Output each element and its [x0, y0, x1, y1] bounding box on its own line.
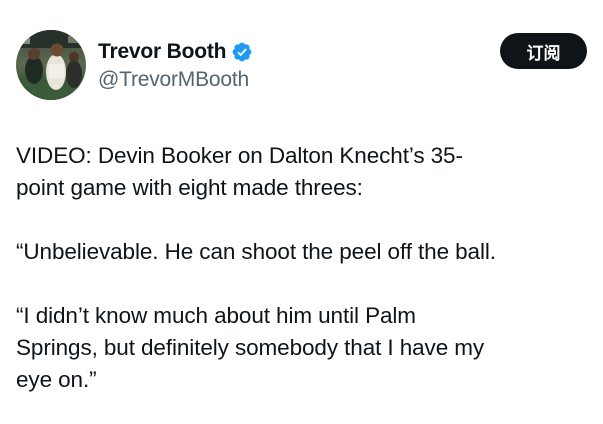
tweet-paragraph: “I didn’t know much about him until Palm…: [16, 303, 485, 392]
display-name-row: Trevor Booth: [98, 38, 253, 66]
avatar[interactable]: [16, 30, 86, 100]
author-display-name[interactable]: Trevor Booth: [98, 40, 226, 64]
tweet-paragraph: VIDEO: Devin Booker on Dalton Knecht’s 3…: [16, 143, 463, 200]
avatar-photo: [16, 30, 86, 100]
tweet-text: VIDEO: Devin Booker on Dalton Knecht’s 3…: [16, 140, 591, 396]
tweet-paragraph: “Unbelievable. He can shoot the peel off…: [16, 239, 496, 264]
author-handle[interactable]: @TrevorMBooth: [98, 68, 253, 92]
subscribe-button[interactable]: 订阅: [500, 33, 587, 69]
author-names: Trevor Booth @TrevorMBooth: [98, 38, 253, 92]
tweet-card: Trevor Booth @TrevorMBooth 订阅 VIDEO: Dev…: [0, 0, 603, 424]
verified-badge-icon[interactable]: [231, 41, 253, 63]
tweet-header: Trevor Booth @TrevorMBooth 订阅: [16, 30, 587, 106]
